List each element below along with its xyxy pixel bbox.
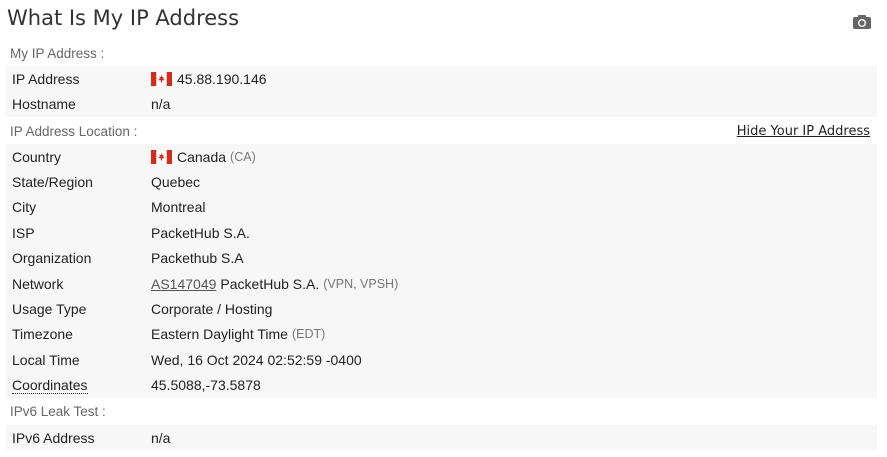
table-row: Organization Packethub S.A bbox=[6, 246, 877, 271]
city-label: City bbox=[12, 199, 37, 216]
country-code: (CA) bbox=[230, 149, 256, 164]
organization-label: Organization bbox=[12, 250, 92, 267]
network-name: PacketHub S.A. bbox=[220, 275, 320, 292]
table-row: Hostname n/a bbox=[6, 91, 877, 116]
asn-link[interactable]: AS147049 bbox=[151, 276, 216, 292]
network-label: Network bbox=[12, 275, 64, 292]
country-value: Canada bbox=[177, 148, 227, 165]
table-row: State/Region Quebec bbox=[6, 169, 877, 194]
network-type: (VPN, VPSH) bbox=[323, 276, 399, 291]
location-table: Country Canada (CA) State/Region Quebec … bbox=[6, 144, 877, 398]
local-time-label: Local Time bbox=[12, 351, 80, 368]
table-row: City Montreal bbox=[6, 195, 877, 220]
ipv6-address-label: IPv6 Address bbox=[12, 429, 95, 446]
page-title: What Is My IP Address bbox=[7, 6, 240, 30]
ipv6-table: IPv6 Address n/a bbox=[6, 425, 877, 451]
canada-flag-icon bbox=[151, 71, 172, 86]
camera-icon[interactable] bbox=[852, 14, 872, 30]
canada-flag-icon bbox=[151, 149, 172, 164]
my-ip-table: IP Address 45.88.190.146 Hostname n/a bbox=[6, 66, 877, 117]
hostname-value: n/a bbox=[151, 96, 171, 113]
hide-ip-link[interactable]: Hide Your IP Address bbox=[737, 124, 870, 139]
section-label-ipv6: IPv6 Leak Test : bbox=[10, 404, 106, 419]
table-row: Country Canada (CA) bbox=[6, 144, 877, 169]
coordinates-label[interactable]: Coordinates bbox=[12, 377, 88, 395]
ipv6-address-value: n/a bbox=[151, 429, 171, 446]
organization-value: Packethub S.A bbox=[151, 250, 244, 267]
timezone-label: Timezone bbox=[12, 326, 73, 343]
hostname-label: Hostname bbox=[12, 96, 76, 113]
ip-address-value: 45.88.190.146 bbox=[177, 70, 267, 87]
isp-label: ISP bbox=[12, 224, 35, 241]
section-label-location: IP Address Location : bbox=[10, 124, 138, 139]
timezone-abbr: (EDT) bbox=[291, 327, 326, 342]
table-row: IP Address 45.88.190.146 bbox=[6, 66, 877, 91]
usage-type-value: Corporate / Hosting bbox=[151, 301, 273, 318]
state-label: State/Region bbox=[12, 174, 93, 191]
local-time-value: Wed, 16 Oct 2024 02:52:59 -0400 bbox=[151, 351, 362, 368]
state-value: Quebec bbox=[151, 174, 201, 191]
timezone-value: Eastern Daylight Time bbox=[151, 326, 288, 343]
table-row: Timezone Eastern Daylight Time (EDT) bbox=[6, 322, 877, 347]
city-value: Montreal bbox=[151, 199, 206, 216]
coordinates-value: 45.5088,-73.5878 bbox=[151, 377, 261, 394]
ip-address-label: IP Address bbox=[12, 70, 80, 87]
table-row: IPv6 Address n/a bbox=[6, 425, 877, 450]
table-row: ISP PacketHub S.A. bbox=[6, 220, 877, 245]
table-row: Coordinates 45.5088,-73.5878 bbox=[6, 373, 877, 398]
isp-value: PacketHub S.A. bbox=[151, 224, 250, 241]
table-row: Usage Type Corporate / Hosting bbox=[6, 296, 877, 321]
table-row: Network AS147049 PacketHub S.A. (VPN, VP… bbox=[6, 271, 877, 296]
country-label: Country bbox=[12, 148, 62, 165]
usage-type-label: Usage Type bbox=[12, 301, 87, 318]
section-label-my-ip: My IP Address : bbox=[10, 46, 105, 61]
table-row: Local Time Wed, 16 Oct 2024 02:52:59 -04… bbox=[6, 347, 877, 372]
